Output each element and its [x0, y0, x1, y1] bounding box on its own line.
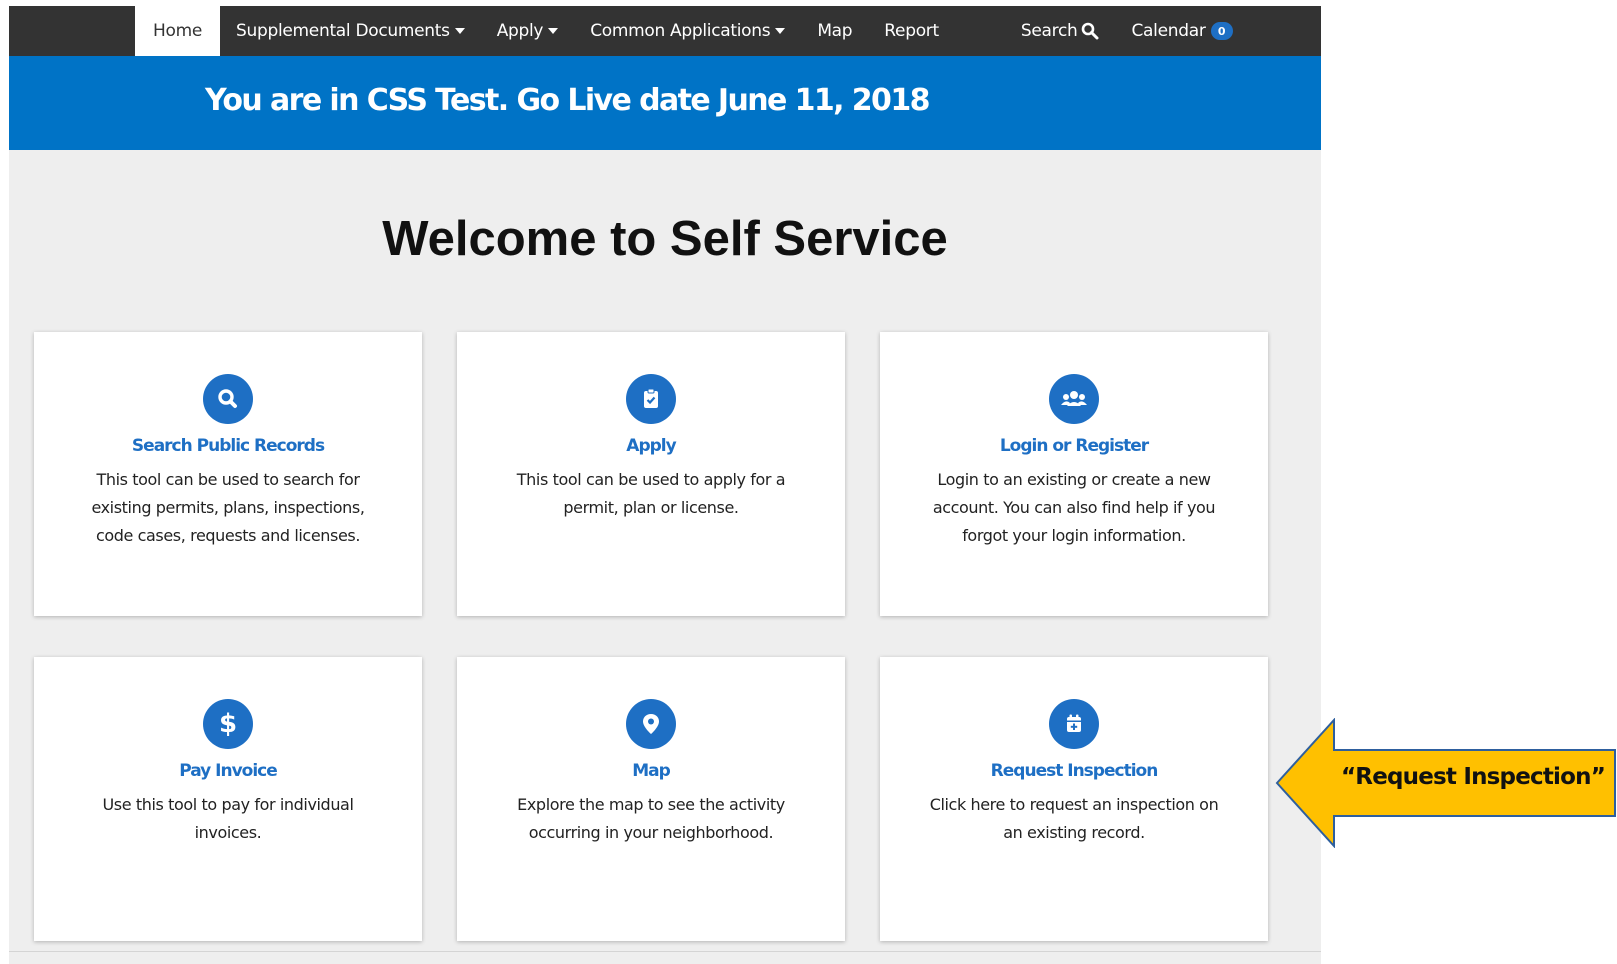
clipboard-check-icon	[626, 374, 676, 424]
nav-calendar[interactable]: Calendar 0	[1115, 6, 1248, 56]
app-frame: Home Supplemental Documents Apply Common…	[9, 6, 1321, 964]
card-title[interactable]: Search Public Records	[34, 436, 422, 456]
callout-arrow: “Request Inspection”	[1275, 717, 1617, 849]
card-request-inspection[interactable]: Request Inspection Click here to request…	[880, 657, 1268, 941]
footer-divider	[9, 951, 1321, 964]
card-description: This tool can be used to search for exis…	[91, 470, 365, 545]
card-title[interactable]: Map	[457, 761, 845, 781]
nav-map-label: Map	[817, 21, 853, 41]
nav-search-label: Search	[1020, 21, 1078, 41]
nav-home-label: Home	[153, 21, 203, 41]
card-pay-invoice[interactable]: $ Pay Invoice Use this tool to pay for i…	[34, 657, 422, 941]
nav-supplemental-documents[interactable]: Supplemental Documents	[220, 6, 481, 56]
callout-label: “Request Inspection”	[1340, 764, 1606, 790]
caret-down-icon	[548, 28, 559, 34]
card-apply[interactable]: Apply This tool can be used to apply for…	[457, 332, 845, 616]
card-search-public-records[interactable]: Search Public Records This tool can be u…	[34, 332, 422, 616]
nav-apply[interactable]: Apply	[481, 6, 575, 56]
nav-common-label: Common Applications	[590, 21, 771, 41]
nav-calendar-label: Calendar	[1131, 21, 1206, 41]
card-description: Use this tool to pay for individual invo…	[102, 795, 354, 842]
card-map[interactable]: Map Explore the map to see the activity …	[457, 657, 845, 941]
banner-text: You are in CSS Test. Go Live date June 1…	[205, 83, 930, 118]
nav-report-label: Report	[884, 21, 939, 41]
card-title[interactable]: Pay Invoice	[34, 761, 422, 781]
nav-common-applications[interactable]: Common Applications	[574, 6, 801, 56]
caret-down-icon	[454, 28, 465, 34]
card-title[interactable]: Apply	[457, 436, 845, 456]
nav-report[interactable]: Report	[868, 6, 955, 56]
card-login-register[interactable]: Login or Register Login to an existing o…	[880, 332, 1268, 616]
calendar-count-badge: 0	[1210, 22, 1233, 40]
top-navigation: Home Supplemental Documents Apply Common…	[9, 6, 1321, 56]
page-title: Welcome to Self Service	[382, 212, 948, 266]
card-description: This tool can be used to apply for a per…	[516, 470, 786, 517]
map-pin-icon	[626, 699, 676, 749]
card-description: Login to an existing or create a new acc…	[932, 470, 1216, 545]
nav-apply-label: Apply	[496, 21, 544, 41]
card-title[interactable]: Request Inspection	[880, 761, 1268, 781]
caret-down-icon	[775, 28, 786, 34]
nav-supplemental-label: Supplemental Documents	[236, 21, 450, 41]
calendar-plus-icon	[1049, 699, 1099, 749]
nav-home[interactable]: Home	[135, 6, 221, 56]
search-icon	[1082, 22, 1099, 40]
nav-map[interactable]: Map	[801, 6, 868, 56]
card-description: Explore the map to see the activity occu…	[517, 795, 785, 842]
environment-banner: You are in CSS Test. Go Live date June 1…	[9, 56, 1321, 150]
search-icon	[203, 374, 253, 424]
nav-search[interactable]: Search	[1005, 6, 1116, 56]
dollar-icon: $	[203, 699, 253, 749]
card-description: Click here to request an inspection on a…	[929, 795, 1219, 842]
users-icon	[1049, 374, 1099, 424]
card-title[interactable]: Login or Register	[880, 436, 1268, 456]
